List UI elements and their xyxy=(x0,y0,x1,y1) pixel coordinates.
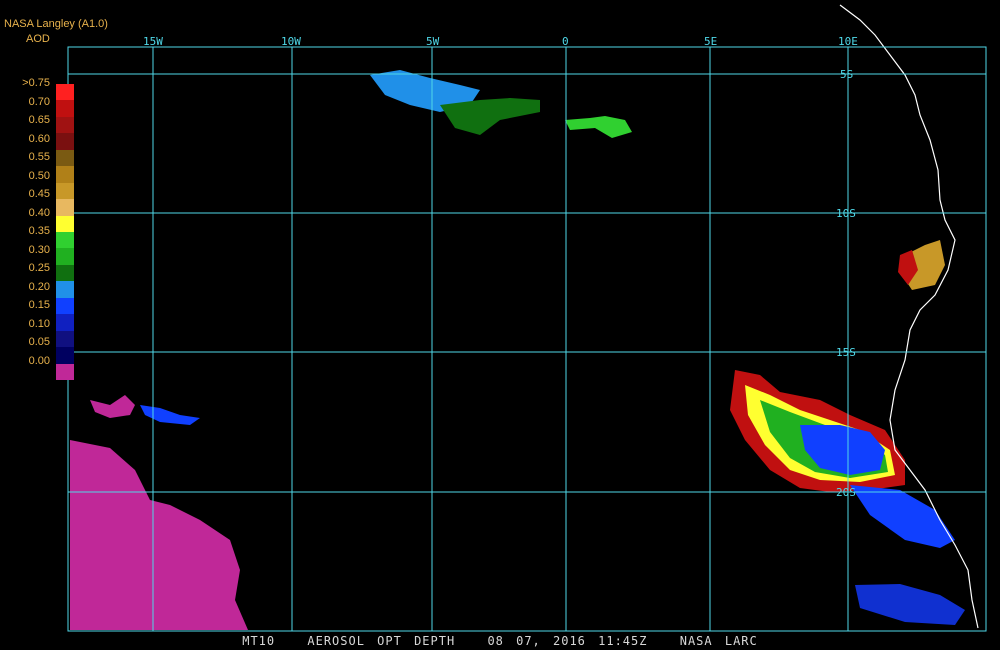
plume-north-green xyxy=(440,98,540,135)
legend-label: 0.50 xyxy=(28,169,50,182)
lat-label-15s: 15S xyxy=(836,346,856,359)
legend-swatch xyxy=(56,314,74,332)
plume-north-bright-green xyxy=(565,116,632,138)
plume-south-blue xyxy=(850,485,955,548)
plume-low-aod-southwest xyxy=(70,440,248,630)
legend-label: 0.65 xyxy=(28,114,50,126)
legend-swatch xyxy=(56,149,74,167)
legend-label: 0.00 xyxy=(28,354,50,367)
legend-label: 0.20 xyxy=(28,280,50,293)
footer-datetime: 08 07, 2016 11:45Z xyxy=(487,634,648,648)
color-legend: >0.75 0.70 0.65 0.60 0.55 0.50 0.45 0.40 0.35 0.3… xyxy=(0,76,80,436)
plume-blue-west xyxy=(140,405,200,425)
legend-label: 0.30 xyxy=(28,243,50,256)
legend-swatch xyxy=(56,84,74,101)
lat-label-10s: 10S xyxy=(836,207,856,220)
footer-source: NASA LARC xyxy=(679,634,758,648)
legend-label: 0.15 xyxy=(28,299,50,311)
aod-map: 15W 10W 5W 0 5E 10E 5S 10S 15S 20S xyxy=(67,4,987,632)
footer-caption: MT10 AEROSOL OPT DEPTH 08 07, 2016 11:45… xyxy=(0,634,1000,648)
legend-swatch xyxy=(56,297,74,315)
legend-label: 0.60 xyxy=(28,132,50,145)
legend-swatch xyxy=(56,264,74,282)
legend-swatch xyxy=(56,133,74,151)
legend-swatch xyxy=(56,182,74,200)
plume-south-blue-2 xyxy=(855,584,965,625)
legend-label: 0.35 xyxy=(28,225,50,237)
legend-swatch xyxy=(56,363,74,381)
product-title: NASA Langley (A1.0) xyxy=(4,18,108,30)
legend-swatch xyxy=(56,166,74,184)
lon-label-10w: 10W xyxy=(281,35,301,48)
lat-label-5s: 5S xyxy=(840,68,853,81)
lon-label-0: 0 xyxy=(562,35,569,48)
footer-field: AEROSOL OPT DEPTH xyxy=(307,634,456,648)
lon-label-5e: 5E xyxy=(704,35,717,48)
legend-label: >0.75 xyxy=(22,77,50,89)
footer-product: MT10 xyxy=(242,634,276,648)
plume-low-aod-west xyxy=(90,395,135,418)
legend-swatch xyxy=(56,330,74,348)
lat-label-20s: 20S xyxy=(836,486,856,499)
legend-swatch xyxy=(56,347,74,365)
legend-swatch xyxy=(56,215,74,233)
legend-label: 0.45 xyxy=(28,188,50,200)
legend-label: 0.70 xyxy=(28,95,50,108)
legend-swatch xyxy=(56,232,74,249)
legend-label: 0.05 xyxy=(28,336,50,348)
lon-label-10e: 10E xyxy=(838,35,858,48)
legend-swatch xyxy=(56,116,74,134)
legend-label: 0.40 xyxy=(28,206,50,219)
legend-swatch xyxy=(56,248,74,266)
quantity-label: AOD xyxy=(26,33,50,45)
legend-swatch xyxy=(56,100,74,118)
legend-label: 0.25 xyxy=(28,262,50,274)
legend-swatch xyxy=(56,199,74,217)
lon-label-5w: 5W xyxy=(426,35,440,48)
legend-label: 0.55 xyxy=(28,151,50,163)
legend-swatch xyxy=(56,281,74,299)
lon-label-15w: 15W xyxy=(143,35,163,48)
legend-label: 0.10 xyxy=(28,317,50,330)
aerosol-plumes xyxy=(70,70,965,630)
